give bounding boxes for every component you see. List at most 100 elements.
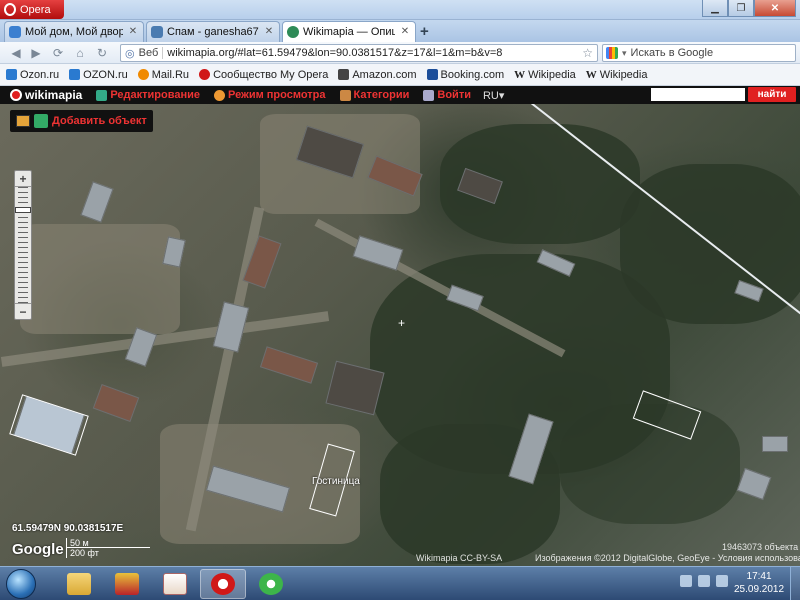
bookmark-wikipedia-2[interactable]: W Wikipedia	[586, 69, 648, 81]
title-bar: Opera ▁ ❐ ✕	[0, 0, 800, 20]
bookmark-ozon[interactable]: Ozon.ru	[6, 69, 59, 81]
navigation-bar: ◀ ▶ ⟳ ⌂ ↻ ◎ Веб wikimapia.org/#lat=61.59…	[0, 42, 800, 64]
add-place-icon	[34, 114, 48, 128]
building	[352, 235, 404, 271]
new-tab-button[interactable]: +	[420, 23, 429, 40]
maximize-button[interactable]: ❐	[728, 0, 754, 17]
taskbar-opera[interactable]	[200, 569, 246, 599]
tab-spam[interactable]: Спам - ganesha67@m... ✕	[146, 21, 280, 42]
menu-edit[interactable]: Редактирование	[96, 89, 200, 101]
bookmark-amazon[interactable]: Amazon.com	[338, 69, 417, 81]
ozon-icon	[69, 69, 81, 80]
minimize-button[interactable]: ▁	[702, 0, 728, 17]
layers-icon	[16, 115, 30, 127]
login-icon	[423, 89, 435, 101]
objects-count: 19463073 объекта	[722, 542, 799, 552]
imagery-credit[interactable]: Изображения ©2012 DigitalGlobe, GeoEye -…	[535, 553, 800, 563]
zoom-in-button[interactable]: +	[15, 171, 31, 187]
open-field	[20, 224, 180, 334]
taskbar: 17:41 25.09.2012	[0, 566, 800, 600]
mailru-icon	[137, 69, 149, 80]
close-tab-icon[interactable]: ✕	[399, 26, 411, 38]
messenger-icon	[259, 573, 283, 595]
zoom-slider-handle[interactable]	[15, 207, 31, 213]
tab-moy-dom[interactable]: Мой дом, Мой двор...... ✕	[4, 21, 144, 42]
wikimapia-logo-icon	[10, 89, 22, 101]
view-icon	[214, 89, 225, 101]
app-name: Opera	[20, 3, 51, 16]
close-tab-icon[interactable]: ✕	[127, 26, 139, 38]
zoom-control[interactable]: + −	[14, 170, 32, 320]
home-icon[interactable]: ⌂	[72, 45, 88, 61]
language-selector[interactable]: RU▾	[483, 89, 504, 102]
building	[92, 383, 140, 423]
globe-icon	[287, 26, 299, 38]
satellite-map[interactable]: Добавить объект + − + Гостиница 61.59479…	[0, 104, 800, 566]
close-button[interactable]: ✕	[754, 0, 796, 17]
booking-icon	[426, 69, 438, 80]
place-label[interactable]: Гостиница	[312, 476, 360, 487]
game-icon	[115, 573, 139, 595]
show-desktop-button[interactable]	[790, 567, 800, 600]
menu-login[interactable]: Войти	[423, 89, 471, 101]
bookmark-booking[interactable]: Booking.com	[426, 69, 504, 81]
bookmark-wikipedia[interactable]: W Wikipedia	[514, 69, 576, 81]
taskbar-cards[interactable]	[152, 569, 198, 599]
wikimapia-logo[interactable]: wikimapia	[10, 88, 82, 102]
volume-icon[interactable]	[716, 575, 728, 587]
wikipedia-icon: W	[585, 68, 597, 81]
system-tray	[680, 575, 728, 587]
bookmark-ozon-2[interactable]: OZON.ru	[69, 69, 128, 81]
speed-dial-icon[interactable]: ↻	[94, 45, 110, 61]
address-bar[interactable]: ◎ Веб wikimapia.org/#lat=61.59479&lon=90…	[120, 44, 598, 62]
mail-icon	[151, 26, 163, 38]
object-outline[interactable]	[9, 394, 89, 456]
bookmark-my-opera[interactable]: Сообщество My Opera	[199, 69, 328, 81]
network-icon[interactable]	[698, 575, 710, 587]
folder-icon	[67, 573, 91, 595]
crosshair-icon: +	[398, 316, 406, 330]
zoom-slider-track[interactable]	[18, 187, 28, 303]
address-url[interactable]: wikimapia.org/#lat=61.59479&lon=90.03815…	[167, 47, 502, 59]
taskbar-icq[interactable]	[248, 569, 294, 599]
search-dropdown-icon[interactable]: ▾	[622, 48, 627, 59]
opera-logo-icon	[4, 3, 16, 16]
reload-icon[interactable]: ⟳	[50, 45, 66, 61]
opera-icon	[211, 573, 235, 595]
wikipedia-icon: W	[514, 68, 526, 81]
wikimapia-search-input[interactable]	[651, 88, 745, 101]
bookmarks-bar: Ozon.ru OZON.ru Mail.Ru Сообщество My Op…	[0, 64, 800, 86]
tab-wikimapia[interactable]: Wikimapia — Опишем... ✕	[282, 21, 416, 42]
bookmark-star-icon[interactable]: ☆	[582, 46, 593, 60]
web-globe-icon: ◎	[125, 47, 135, 60]
tray-arrow-icon[interactable]	[680, 575, 692, 587]
building	[259, 346, 319, 384]
google-icon	[606, 47, 618, 59]
taskbar-explorer[interactable]	[56, 569, 102, 599]
chat-icon	[9, 26, 21, 38]
search-field[interactable]: ▾ Искать в Google	[602, 44, 796, 62]
menu-view-mode[interactable]: Режим просмотра	[214, 89, 326, 101]
building	[736, 467, 772, 501]
building	[212, 301, 250, 353]
add-object-button[interactable]: Добавить объект	[10, 110, 153, 132]
scale-bar: 50 м 200 фт	[66, 538, 150, 558]
opera-menu-button[interactable]: Opera	[0, 0, 64, 19]
zoom-out-button[interactable]: −	[15, 303, 31, 319]
back-icon[interactable]: ◀	[8, 45, 24, 61]
license-link[interactable]: Wikimapia CC-BY-SA	[416, 553, 502, 563]
search-button[interactable]: найти	[748, 87, 796, 102]
building	[762, 436, 788, 452]
categories-icon	[339, 89, 351, 101]
ozon-icon	[6, 69, 17, 80]
taskbar-game[interactable]	[104, 569, 150, 599]
start-button[interactable]	[6, 569, 36, 599]
window-controls: ▁ ❐ ✕	[702, 0, 796, 17]
menu-categories[interactable]: Категории	[339, 89, 409, 101]
clock[interactable]: 17:41 25.09.2012	[734, 570, 784, 596]
bookmark-mailru[interactable]: Mail.Ru	[137, 69, 189, 81]
forward-icon[interactable]: ▶	[28, 45, 44, 61]
search-placeholder: Искать в Google	[630, 47, 714, 59]
address-prefix: Веб	[139, 47, 164, 59]
close-tab-icon[interactable]: ✕	[263, 26, 275, 38]
